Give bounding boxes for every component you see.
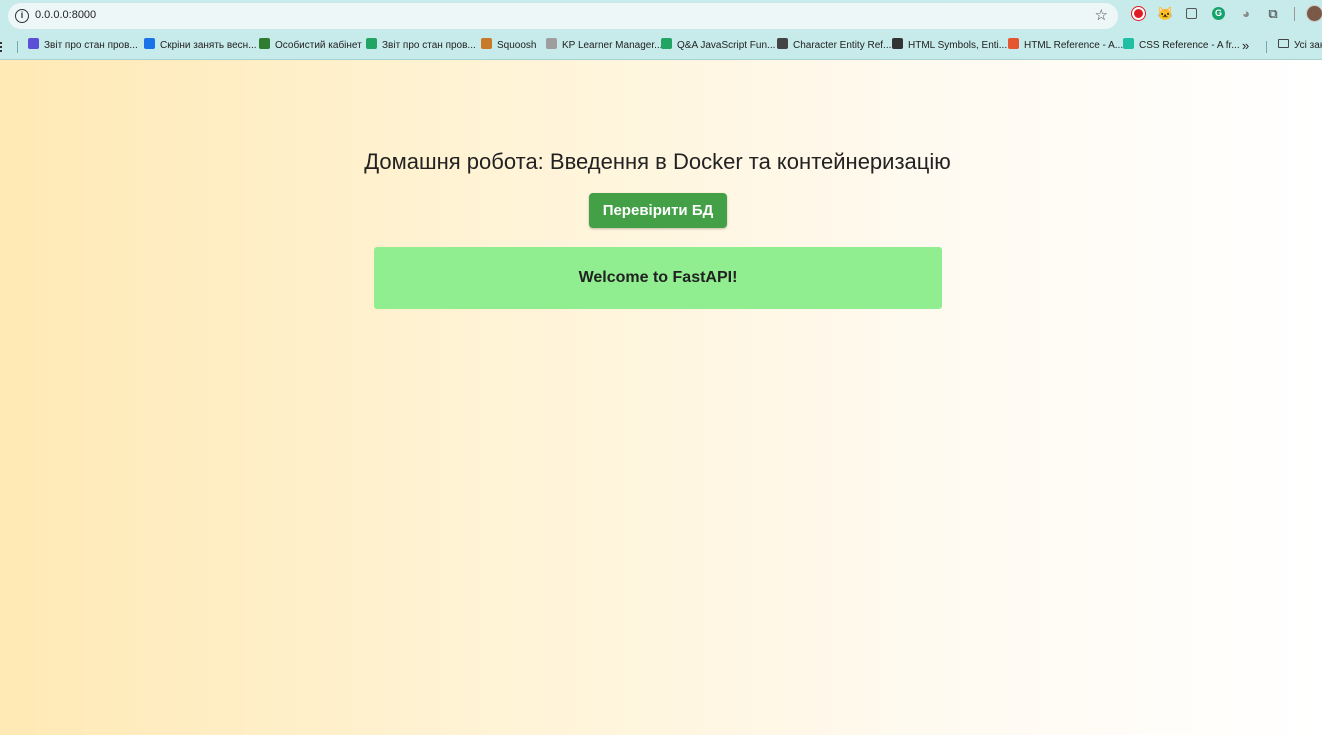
learner-manager-icon [546,38,557,49]
page-title: Домашня робота: Введення в Docker та кон… [364,149,951,174]
bookmark-item[interactable]: Звіт про стан пров... [366,37,476,55]
bookmark-item[interactable]: HTML Symbols, Enti... [892,37,1007,55]
all-bookmarks-folder[interactable]: Усі зак [1278,37,1322,55]
shield-icon [259,38,270,49]
owl-extension-icon[interactable]: ◕ [1238,6,1254,22]
bookmark-item[interactable]: Звіт про стан пров... [28,37,138,55]
browser-toolbar: i 0.0.0.0:8000 ☆ 🐱 G ◕ ⧉ [0,0,1322,33]
profile-avatar[interactable] [1306,5,1322,22]
toolbar-divider [1294,7,1295,21]
bookmark-star-icon[interactable]: ☆ [1095,6,1108,24]
folder-icon [1278,39,1289,48]
question-icon [777,38,788,49]
ampersand-icon [892,38,903,49]
address-bar-url[interactable]: 0.0.0.0:8000 [35,9,96,21]
bookmarks-bar: Звіт про стан пров... Скріни занять весн… [0,33,1322,60]
site-info-icon[interactable]: i [15,9,29,23]
check-db-button[interactable]: Перевірити БД [589,193,727,228]
bookmark-item[interactable]: Squoosh [481,37,536,55]
cat-extension-icon[interactable]: 🐱 [1157,6,1173,22]
bookmark-item[interactable]: KP Learner Manager... [546,37,662,55]
bookmark-item[interactable]: CSS Reference - A fr... [1123,37,1240,55]
opera-extension-icon[interactable] [1131,6,1147,22]
bookmark-favicon-icon [28,38,39,49]
bookmark-item[interactable]: Особистий кабінет [259,37,362,55]
bookmark-item[interactable]: Q&A JavaScript Fun... [661,37,775,55]
bookmarks-divider [17,41,18,53]
page-content: Домашня робота: Введення в Docker та кон… [0,60,1322,735]
more-bookmarks-button[interactable]: » [1242,37,1249,55]
google-drive-icon [144,38,155,49]
extensions-puzzle-icon[interactable]: ⧉ [1265,6,1281,22]
squoosh-icon [481,38,492,49]
window-extension-icon[interactable] [1184,6,1200,22]
bookmark-item[interactable]: HTML Reference - A... [1008,37,1123,55]
css-reference-icon [1123,38,1134,49]
bookmark-item[interactable]: Character Entity Ref... [777,37,891,55]
sheets-icon [366,38,377,49]
html-reference-icon [1008,38,1019,49]
bookmarks-divider [1266,41,1267,53]
address-bar[interactable]: i 0.0.0.0:8000 ☆ [8,3,1118,29]
grammarly-extension-icon[interactable]: G [1211,6,1227,22]
apps-grid-icon[interactable] [0,42,6,52]
bookmark-item[interactable]: Скріни занять весн... [144,37,257,55]
result-message: Welcome to FastAPI! [374,247,942,309]
sheets-icon [661,38,672,49]
